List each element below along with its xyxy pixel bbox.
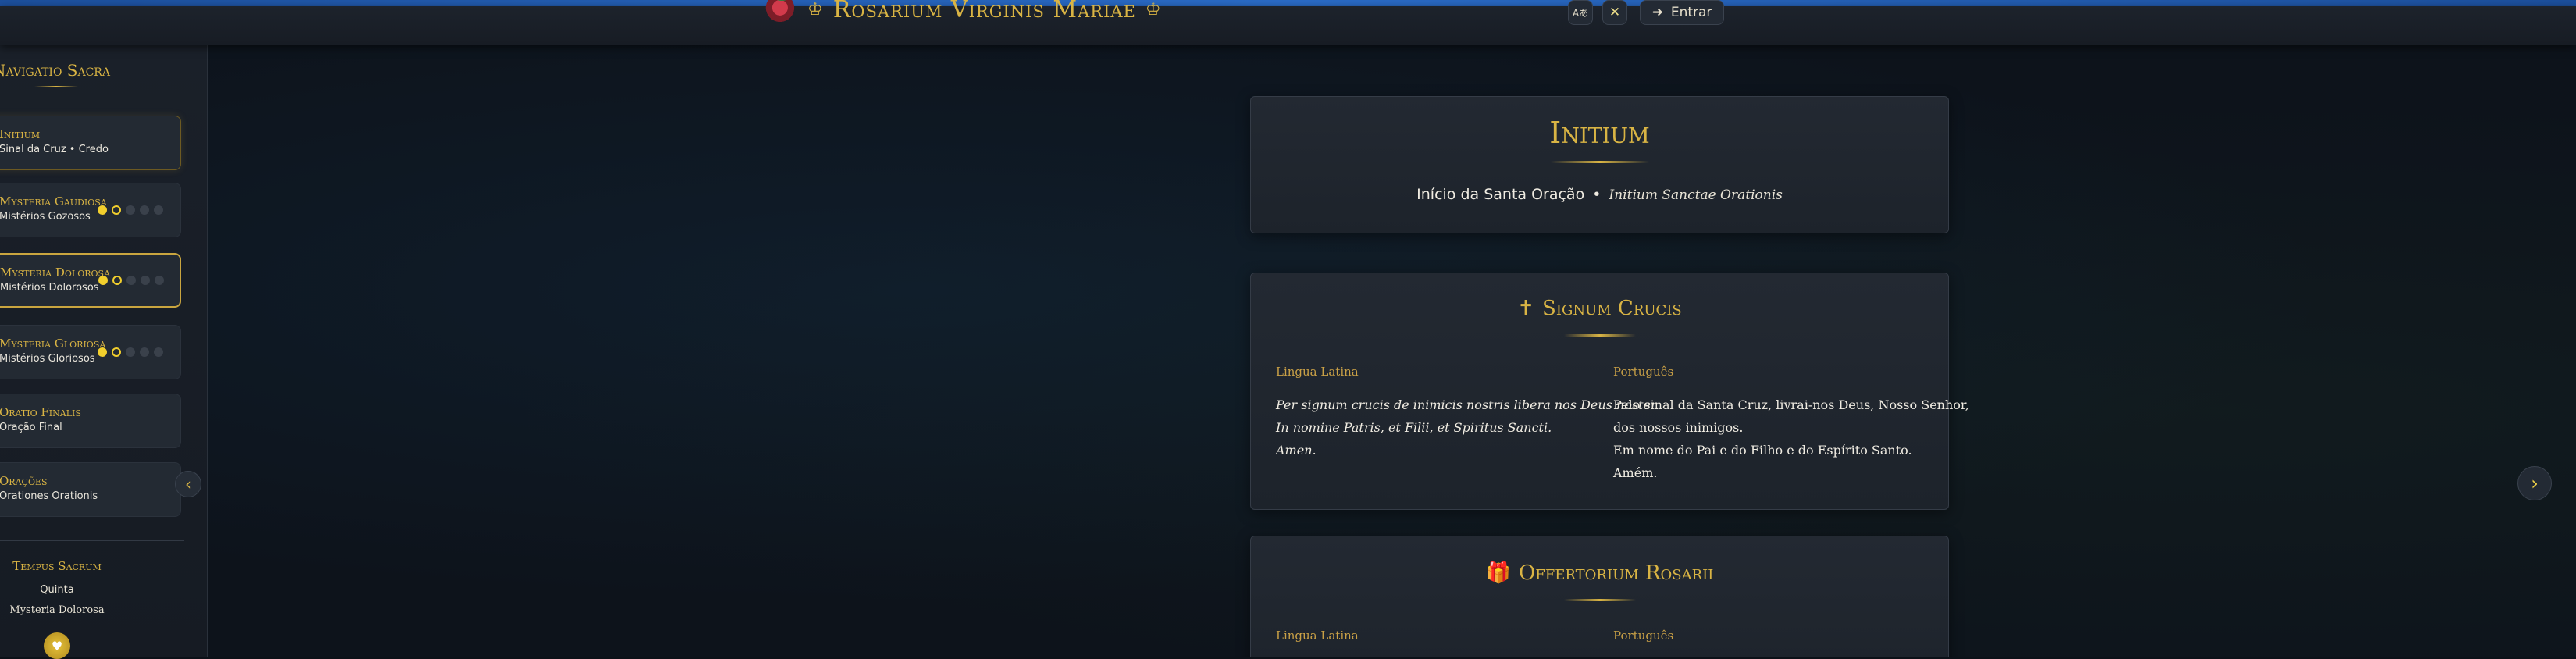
cross-icon: ✝ [1517, 297, 1535, 320]
latin-prayer-text: Per signum crucis de inimicis nostris li… [1276, 394, 1659, 461]
gift-icon: 🎁 [1485, 561, 1511, 585]
sidebar-item-gloriosa[interactable]: Mysteria Gloriosa Mistérios Gloriosos [0, 325, 181, 379]
progress-dot [126, 205, 135, 215]
sidebar-item-gaudiosa[interactable]: Mysteria Gaudiosa Mistérios Gozosos [0, 183, 181, 237]
main-content: Initium Início da Santa Oração • Initium… [208, 45, 2576, 657]
sparkle-icon: ✕ [1609, 5, 1621, 20]
tempus-mystery: Mysteria Dolorosa [9, 604, 105, 616]
sidebar-divider [0, 540, 184, 541]
title-divider [1563, 599, 1636, 601]
subtitle-separator: • [1592, 186, 1602, 203]
prayer-line: Em nome do Pai e do Filho e do Espírito … [1613, 443, 1912, 458]
theme-toggle-button[interactable]: ✕ [1602, 0, 1627, 25]
sidebar-title-divider [34, 86, 78, 87]
prayer-line: Amém. [1613, 465, 1658, 480]
sidebar-collapse-button[interactable]: ‹ [175, 471, 201, 497]
progress-dot [155, 276, 164, 285]
progress-dots [98, 326, 163, 379]
initium-subtitle: Início da Santa Oração • Initium Sanctae… [1251, 186, 1948, 203]
offertorium-card: 🎁 Offertorium Rosarii Lingua Latina Portu… [1250, 536, 1949, 657]
sidebar-item-label: Oratio Finalis [0, 405, 81, 419]
progress-dot [112, 347, 121, 357]
rose-logo-icon [765, 0, 798, 26]
sidebar-item-initium[interactable]: Initium Sinal da Cruz • Credo [0, 116, 181, 170]
sidebar-item-dolorosa[interactable]: Mysteria Dolorosa Mistérios Dolorosos [0, 253, 181, 308]
app-title: Rosarium Virginis Mariae [832, 0, 1136, 23]
progress-dot [126, 276, 136, 285]
tempus-title: Tempus Sacrum [12, 559, 102, 573]
next-section-button[interactable]: › [2517, 466, 2552, 500]
login-label: Entrar [1670, 5, 1712, 20]
label-latin: Lingua Latina [1276, 629, 1359, 643]
progress-dot [126, 347, 135, 357]
sidebar-item-label: Initium [0, 127, 41, 141]
sidebar-item-finalis[interactable]: Oratio Finalis Oração Final [0, 394, 181, 448]
signum-title: Signum Crucis [1542, 297, 1682, 320]
signum-heading: ✝ Signum Crucis [1251, 297, 1948, 320]
progress-dots [98, 255, 164, 306]
prayer-line: dos nossos inimigos. [1613, 420, 1744, 435]
progress-dot [98, 205, 107, 215]
sidebar-item-sublabel: Sinal da Cruz • Credo [0, 144, 109, 155]
translate-icon: Aあ [1572, 7, 1589, 19]
language-button[interactable]: Aあ [1568, 0, 1593, 25]
progress-dots [98, 183, 163, 237]
signum-crucis-card: ✝ Signum Crucis Lingua Latina Português P… [1250, 273, 1969, 510]
progress-dot [141, 276, 150, 285]
progress-dot [154, 205, 163, 215]
sidebar-title: Navigatio Sacra [0, 61, 110, 80]
crown-icon: ♔ [807, 0, 824, 20]
sidebar-item-oracoes[interactable]: Orações Orationes Orationis [0, 462, 181, 517]
login-icon: ➜ [1651, 5, 1663, 20]
prayer-line: Per signum crucis de inimicis nostris li… [1276, 397, 1659, 412]
initium-title: Initium [1549, 116, 1650, 150]
tempus-day: Quinta [40, 584, 74, 596]
prayer-line: In nomine Patris, et Filii, et Spiritus … [1276, 420, 1552, 435]
brand[interactable]: ♔ Rosarium Virginis Mariae ♔ [765, 0, 1162, 27]
app-header: ♔ Rosarium Virginis Mariae ♔ Aあ ✕ ➜ Entr… [0, 0, 2576, 45]
progress-dot [140, 347, 149, 357]
heart-icon: ♥ [44, 632, 70, 659]
offertorium-heading: 🎁 Offertorium Rosarii [1251, 561, 1948, 585]
top-accent-bar [0, 0, 2576, 6]
prayer-line: Pelo sinal da Santa Cruz, livrai-nos Deu… [1613, 397, 1969, 412]
portuguese-prayer-text: Pelo sinal da Santa Cruz, livrai-nos Deu… [1613, 394, 1969, 484]
sidebar-item-sublabel: Oração Final [0, 422, 62, 433]
chevron-left-icon: ‹ [185, 475, 191, 493]
progress-dot [112, 276, 122, 285]
sidebar-item-sublabel: Orationes Orationis [0, 490, 98, 502]
initium-card: Initium Início da Santa Oração • Initium… [1250, 96, 1949, 233]
label-portuguese: Português [1613, 365, 1674, 379]
offertorium-title: Offertorium Rosarii [1518, 561, 1714, 585]
progress-dot [98, 276, 108, 285]
progress-dot [140, 205, 149, 215]
title-divider [1550, 161, 1649, 163]
label-latin: Lingua Latina [1276, 365, 1359, 379]
sidebar-item-label: Orações [0, 474, 48, 488]
chevron-right-icon: › [2531, 472, 2539, 494]
progress-dot [112, 205, 121, 215]
progress-dot [154, 347, 163, 357]
subtitle-latin: Initium Sanctae Orationis [1609, 187, 1783, 203]
login-button[interactable]: ➜ Entrar [1640, 0, 1724, 25]
title-divider [1563, 334, 1636, 337]
progress-dot [98, 347, 107, 357]
sidebar: Navigatio Sacra Initium Sinal da Cruz • … [0, 45, 208, 659]
label-portuguese: Português [1613, 629, 1674, 643]
prayer-line: Amen. [1276, 443, 1317, 458]
subtitle-portuguese: Início da Santa Oração [1416, 186, 1585, 203]
crown-icon: ♔ [1145, 0, 1162, 20]
